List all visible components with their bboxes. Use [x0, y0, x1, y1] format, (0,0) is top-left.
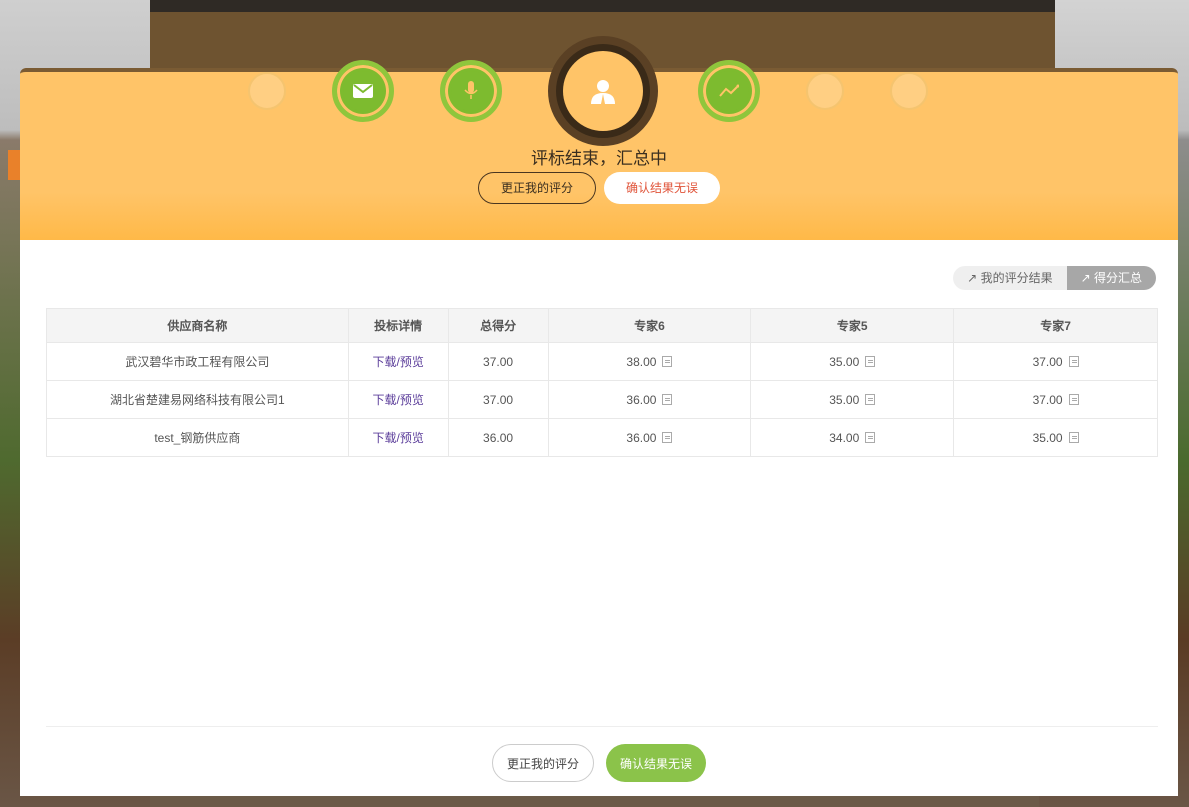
correct-score-button[interactable]: 更正我的评分: [477, 172, 596, 204]
chart-line-icon: [719, 84, 739, 97]
download-preview-link[interactable]: 下载/预览: [372, 355, 423, 369]
expert7-score: 37.00: [1032, 392, 1063, 407]
expert5-score: 35.00: [829, 392, 860, 407]
table-header-row: 供应商名称 投标详情 总得分 专家6 专家5 专家7: [46, 308, 1158, 343]
detail-doc-icon[interactable]: [1068, 393, 1079, 405]
footer-divider: [46, 726, 1158, 727]
step-5-chart: [698, 60, 760, 122]
status-title: 评标结束，汇总中: [531, 149, 667, 168]
total-score: 37.00: [447, 380, 549, 419]
step-3-microphone: [440, 60, 502, 122]
header-actions: 更正我的评分 确认结果无误: [20, 172, 1178, 204]
table-row: test_钢筋供应商 下载/预览 36.00 36.00 34.00 35.00: [46, 418, 1158, 457]
step-1-circle: [248, 72, 286, 110]
view-toggle: ↗ 我的评分结果 ↗ 得分汇总: [953, 266, 1156, 290]
detail-doc-icon[interactable]: [1068, 355, 1079, 367]
expert5-score: 35.00: [829, 354, 860, 369]
microphone-icon: [464, 81, 478, 99]
user-icon: [591, 80, 615, 104]
tab-my-result-label: 我的评分结果: [980, 271, 1053, 285]
detail-doc-icon[interactable]: [662, 355, 673, 367]
background-top-edge: [150, 0, 1055, 12]
trend-icon: ↗: [967, 271, 978, 285]
footer-actions: 更正我的评分 确认结果无误: [20, 744, 1178, 782]
expert6-score: 36.00: [626, 392, 657, 407]
footer-correct-score-button[interactable]: 更正我的评分: [491, 744, 594, 782]
header-expert5: 专家5: [750, 308, 955, 343]
step-7-circle: [890, 72, 928, 110]
header-total: 总得分: [447, 308, 549, 343]
evaluation-modal: ★ 评标结束，汇总中 更正我的评分 确认结果无误: [20, 36, 1178, 796]
step-2-envelope: [332, 60, 394, 122]
supplier-name: test_钢筋供应商: [46, 418, 349, 457]
header-expert7: 专家7: [953, 308, 1158, 343]
expert6-score: 36.00: [626, 430, 657, 445]
envelope-icon: [353, 84, 373, 98]
expert6-score: 38.00: [626, 354, 657, 369]
expert5-score: 34.00: [829, 430, 860, 445]
table-row: 湖北省楚建易网络科技有限公司1 下载/预览 37.00 36.00 35.00 …: [46, 380, 1158, 419]
step-4-user-active: ★: [548, 36, 658, 146]
total-score: 37.00: [447, 342, 549, 381]
detail-doc-icon[interactable]: [865, 393, 876, 405]
total-score: 36.00: [447, 418, 549, 457]
detail-doc-icon[interactable]: [865, 431, 876, 443]
detail-doc-icon[interactable]: [662, 431, 673, 443]
expert7-score: 35.00: [1032, 430, 1063, 445]
detail-doc-icon[interactable]: [1068, 431, 1079, 443]
download-preview-link[interactable]: 下载/预览: [372, 393, 423, 407]
header-detail: 投标详情: [347, 308, 449, 343]
trend-icon: ↗: [1080, 271, 1091, 285]
tab-my-result[interactable]: ↗ 我的评分结果: [953, 266, 1067, 290]
expert7-score: 37.00: [1032, 354, 1063, 369]
background-orange-mark: [8, 150, 20, 180]
confirm-result-button[interactable]: 确认结果无误: [604, 172, 721, 204]
score-table: 供应商名称 投标详情 总得分 专家6 专家5 专家7 武汉碧华市政工程有限公司 …: [46, 308, 1158, 457]
tab-summary[interactable]: ↗ 得分汇总: [1066, 266, 1156, 290]
supplier-name: 湖北省楚建易网络科技有限公司1: [46, 380, 349, 419]
header-expert6: 专家6: [547, 308, 752, 343]
download-preview-link[interactable]: 下载/预览: [372, 431, 423, 445]
header-supplier: 供应商名称: [46, 308, 349, 343]
supplier-name: 武汉碧华市政工程有限公司: [46, 342, 349, 381]
table-row: 武汉碧华市政工程有限公司 下载/预览 37.00 38.00 35.00 37.…: [46, 342, 1158, 381]
footer-confirm-result-button[interactable]: 确认结果无误: [606, 744, 707, 782]
detail-doc-icon[interactable]: [662, 393, 673, 405]
step-6-circle: [806, 72, 844, 110]
tab-summary-label: 得分汇总: [1093, 271, 1142, 285]
detail-doc-icon[interactable]: [865, 355, 876, 367]
modal-header: ★ 评标结束，汇总中 更正我的评分 确认结果无误: [20, 36, 1178, 240]
